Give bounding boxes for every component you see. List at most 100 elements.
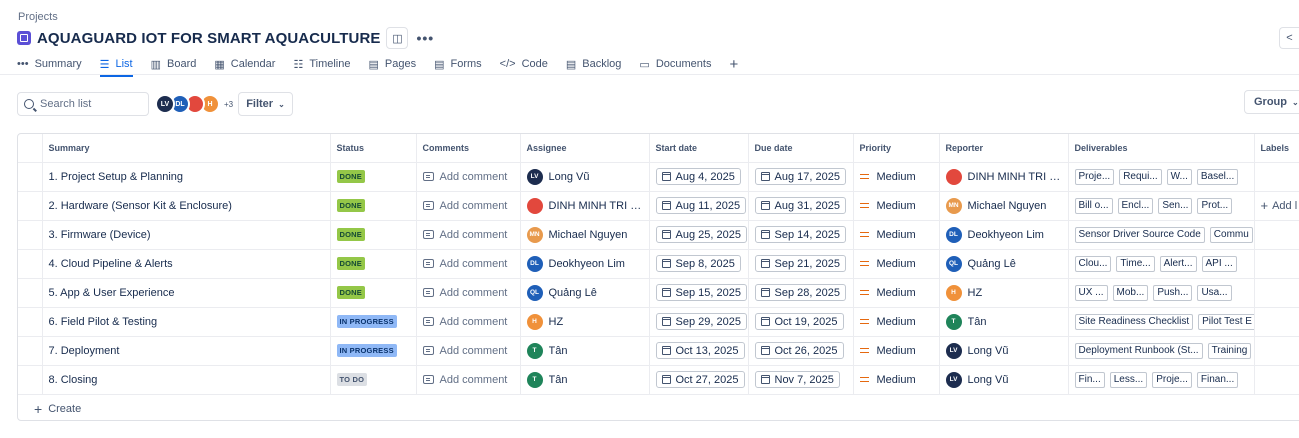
deliverable-chip[interactable]: Push... <box>1153 284 1193 301</box>
tab-pages[interactable]: ▤ Pages <box>368 54 416 74</box>
deliverable-chip[interactable]: Mob... <box>1112 284 1149 301</box>
column-header-labels[interactable]: Labels <box>1254 134 1299 163</box>
status-badge[interactable]: DONE <box>336 286 365 299</box>
more-actions-button[interactable]: ••• <box>416 30 434 46</box>
column-header-summary[interactable]: Summary <box>42 134 331 163</box>
add-label-button[interactable]: + Add l <box>1261 198 1299 213</box>
priority-cell[interactable]: Medium <box>853 365 940 395</box>
column-header-reporter[interactable]: Reporter <box>939 134 1069 163</box>
add-view-icon[interactable]: + <box>729 56 738 73</box>
due-date-field[interactable]: Oct 19, 2025 <box>754 313 844 330</box>
status-badge[interactable]: DONE <box>336 257 365 270</box>
labels-cell[interactable] <box>1254 162 1299 192</box>
row-select[interactable] <box>18 307 43 337</box>
add-comment-button[interactable]: Add comment <box>422 287 514 299</box>
column-header-assignee[interactable]: Assignee <box>520 134 650 163</box>
person[interactable]: DINH MINH TRI VO ... <box>945 168 1062 185</box>
summary-cell[interactable]: 1. Project Setup & Planning <box>42 162 331 192</box>
priority-field[interactable]: Medium <box>859 171 933 183</box>
comments-cell[interactable]: Add comment <box>416 162 521 192</box>
start-date-field[interactable]: Aug 4, 2025 <box>655 168 741 185</box>
person[interactable]: H HZ <box>526 313 643 330</box>
tab-list[interactable]: ☰ List <box>99 54 133 77</box>
person[interactable]: DL Deokhyeon Lim <box>945 226 1062 243</box>
status-cell[interactable]: DONE <box>330 191 417 221</box>
person[interactable]: LV Long Vũ <box>945 371 1062 388</box>
start-date-field[interactable]: Oct 13, 2025 <box>655 342 745 359</box>
start-date-field[interactable]: Aug 11, 2025 <box>655 197 747 214</box>
labels-cell[interactable] <box>1254 249 1299 279</box>
avatar[interactable]: LV <box>155 94 175 114</box>
row-select[interactable] <box>18 220 43 250</box>
start-date-field[interactable]: Sep 29, 2025 <box>655 313 747 330</box>
due-date-cell[interactable]: Sep 28, 2025 <box>748 278 854 308</box>
due-date-cell[interactable]: Oct 26, 2025 <box>748 336 854 366</box>
summary-cell[interactable]: 3. Firmware (Device) <box>42 220 331 250</box>
status-cell[interactable]: TO DO <box>330 365 417 395</box>
comments-cell[interactable]: Add comment <box>416 307 521 337</box>
reporter-cell[interactable]: LV Long Vũ <box>939 336 1069 366</box>
comments-cell[interactable]: Add comment <box>416 365 521 395</box>
table-row[interactable]: 5. App & User Experience DONE Add comment Q… <box>18 278 1299 308</box>
summary-cell[interactable]: 2. Hardware (Sensor Kit & Enclosure) <box>42 191 331 221</box>
due-date-cell[interactable]: Aug 31, 2025 <box>748 191 854 221</box>
deliverable-chip[interactable]: W... <box>1166 168 1192 185</box>
deliverables-cell[interactable]: Sensor Driver Source Code Commu <box>1068 220 1255 250</box>
row-select[interactable] <box>18 249 43 279</box>
summary-cell[interactable]: 6. Field Pilot & Testing <box>42 307 331 337</box>
table-row[interactable]: 3. Firmware (Device) DONE Add comment MN Mic… <box>18 220 1299 250</box>
deliverable-chip[interactable]: Time... <box>1116 255 1155 272</box>
priority-field[interactable]: Medium <box>859 287 933 299</box>
priority-cell[interactable]: Medium <box>853 336 940 366</box>
reporter-cell[interactable]: H HZ <box>939 278 1069 308</box>
start-date-field[interactable]: Aug 25, 2025 <box>655 226 747 243</box>
person[interactable]: T Tân <box>526 371 643 388</box>
start-date-cell[interactable]: Aug 11, 2025 <box>649 191 749 221</box>
deliverable-chip[interactable]: API ... <box>1201 255 1237 272</box>
row-select[interactable] <box>18 278 43 308</box>
person[interactable]: LV Long Vũ <box>945 342 1062 359</box>
person[interactable]: QL Quảng Lê <box>526 284 643 301</box>
comments-cell[interactable]: Add comment <box>416 191 521 221</box>
column-header-priority[interactable]: Priority <box>853 134 940 163</box>
search-input[interactable] <box>40 98 140 110</box>
row-select[interactable] <box>18 336 43 366</box>
create-button[interactable]: + Create <box>18 395 1299 421</box>
more-people-count[interactable]: +3 <box>224 100 233 109</box>
status-badge[interactable]: TO DO <box>336 373 368 386</box>
comments-cell[interactable]: Add comment <box>416 278 521 308</box>
deliverable-chip[interactable]: Less... <box>1109 371 1148 388</box>
start-date-cell[interactable]: Aug 4, 2025 <box>649 162 749 192</box>
priority-field[interactable]: Medium <box>859 258 933 270</box>
deliverable-chip[interactable]: Fin... <box>1074 371 1105 388</box>
priority-cell[interactable]: Medium <box>853 191 940 221</box>
priority-cell[interactable]: Medium <box>853 249 940 279</box>
tab-board[interactable]: ▥ Board <box>151 54 197 74</box>
breadcrumb[interactable]: Projects <box>18 11 58 23</box>
due-date-cell[interactable]: Aug 17, 2025 <box>748 162 854 192</box>
priority-field[interactable]: Medium <box>859 316 933 328</box>
share-icon[interactable]: < <box>1279 27 1299 49</box>
deliverable-chip[interactable]: Site Readiness Checklist <box>1074 313 1194 330</box>
status-cell[interactable]: DONE <box>330 162 417 192</box>
person[interactable]: LV Long Vũ <box>526 168 643 185</box>
tab-timeline[interactable]: ☷ Timeline <box>293 54 350 74</box>
reporter-cell[interactable]: LV Long Vũ <box>939 365 1069 395</box>
person[interactable]: DL Deokhyeon Lim <box>526 255 643 272</box>
table-row[interactable]: 6. Field Pilot & Testing IN PROGRESS Add c… <box>18 307 1299 337</box>
tab-calendar[interactable]: ▦ Calendar <box>214 54 275 74</box>
deliverables-cell[interactable]: Fin... Less... Proje... Finan... <box>1068 365 1255 395</box>
priority-field[interactable]: Medium <box>859 374 933 386</box>
assignee-cell[interactable]: H HZ <box>520 307 650 337</box>
add-comment-button[interactable]: Add comment <box>422 200 514 212</box>
comments-cell[interactable]: Add comment <box>416 249 521 279</box>
labels-cell[interactable] <box>1254 220 1299 250</box>
person[interactable]: H HZ <box>945 284 1062 301</box>
reporter-cell[interactable]: QL Quảng Lê <box>939 249 1069 279</box>
deliverables-cell[interactable]: Deployment Runbook (St... Training <box>1068 336 1255 366</box>
add-comment-button[interactable]: Add comment <box>422 316 514 328</box>
table-row[interactable]: 4. Cloud Pipeline & Alerts DONE Add commen… <box>18 249 1299 279</box>
column-header-due-date[interactable]: Due date <box>748 134 854 163</box>
table-row[interactable]: 8. Closing TO DO Add comment T Tân Oct 27, 20… <box>18 365 1299 395</box>
deliverable-chip[interactable]: Prot... <box>1197 197 1233 214</box>
